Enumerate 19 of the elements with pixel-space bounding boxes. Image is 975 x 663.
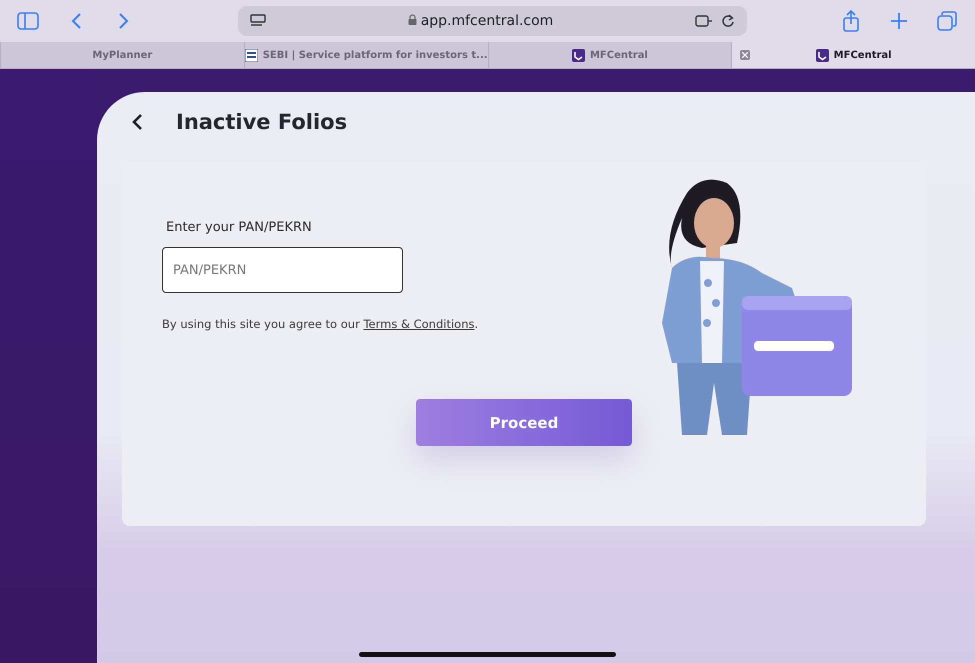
browser-tab[interactable]: SEBI | Service platform for investors t... <box>244 42 488 68</box>
back-icon <box>131 112 143 130</box>
site-logo-icon <box>572 48 585 62</box>
browser-tab[interactable]: MFCentral <box>731 42 975 68</box>
pan-input-field[interactable]: PAN/PEKRN <box>162 247 403 293</box>
field-label: Enter your PAN/PEKRN <box>166 220 313 235</box>
site-logo-icon <box>244 48 258 62</box>
extension-icon[interactable] <box>695 14 713 28</box>
page-title: Inactive Folios <box>176 110 348 134</box>
url-text: app.mfcentral.com <box>274 13 687 29</box>
proceed-button[interactable]: Proceed <box>416 399 632 446</box>
terms-link[interactable]: Terms & Conditions <box>363 317 474 331</box>
site-logo-icon <box>816 48 829 62</box>
consent-text: By using this site you agree to our Terms & Conditions. <box>162 317 480 331</box>
reload-icon[interactable] <box>721 14 735 28</box>
lock-icon <box>408 14 417 25</box>
page-menu-icon[interactable] <box>250 14 266 28</box>
close-icon[interactable] <box>740 50 750 60</box>
address-bar[interactable]: app.mfcentral.com <box>238 6 747 36</box>
